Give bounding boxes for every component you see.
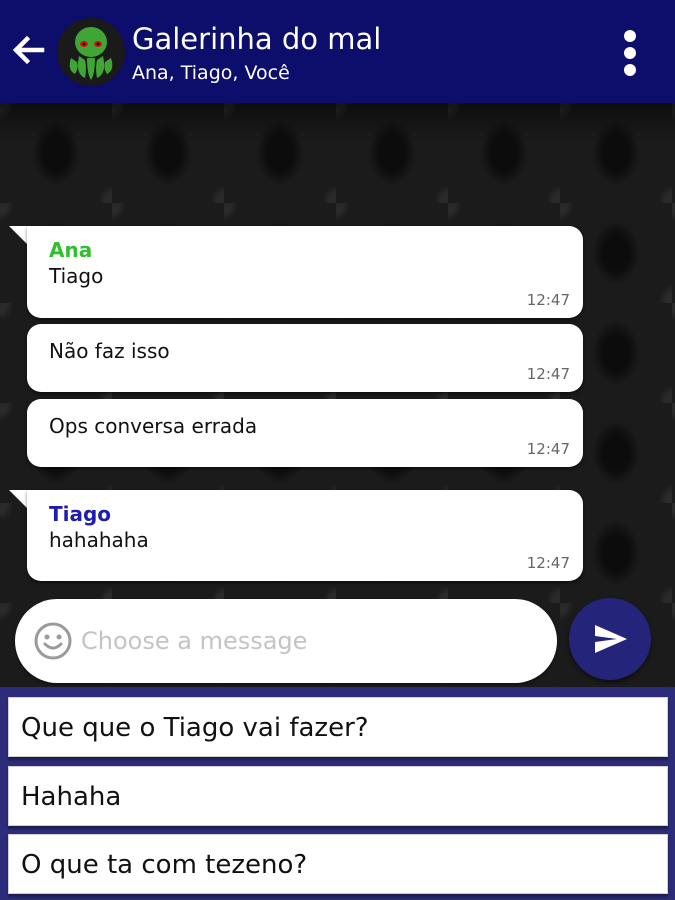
overflow-menu-button[interactable]	[612, 28, 648, 78]
message-text: Não faz isso	[49, 339, 170, 363]
octopus-avatar-icon	[57, 18, 125, 86]
message-sender: Tiago	[49, 502, 112, 526]
smiley-icon	[34, 622, 72, 660]
group-avatar[interactable]	[57, 18, 125, 86]
message-composer	[15, 599, 557, 683]
suggestion-item[interactable]: Hahaha	[8, 766, 668, 826]
emoji-button[interactable]	[33, 621, 73, 661]
chat-header: Galerinha do mal Ana, Tiago, Você	[0, 0, 675, 103]
suggestions-panel: Que que o Tiago vai fazer? Hahaha O que …	[0, 687, 675, 900]
send-button[interactable]	[569, 598, 651, 680]
message-text: Ops conversa errada	[49, 414, 258, 438]
message-time: 12:47	[526, 440, 570, 458]
suggestion-item[interactable]: Que que o Tiago vai fazer?	[8, 697, 668, 757]
message-bubble[interactable]: Tiago hahahaha 12:47	[27, 490, 583, 581]
message-time: 12:47	[526, 291, 570, 309]
suggestion-text: O que ta com tezeno?	[21, 850, 308, 880]
message-bubble[interactable]: Não faz isso 12:47	[27, 324, 583, 392]
message-text: hahahaha	[49, 528, 149, 552]
suggestion-item[interactable]: O que ta com tezeno?	[8, 834, 668, 894]
message-text: Tiago	[49, 264, 104, 288]
message-time: 12:47	[526, 365, 570, 383]
chat-participants: Ana, Tiago, Você	[132, 62, 290, 84]
send-icon	[595, 625, 627, 653]
arrow-left-icon	[12, 35, 45, 65]
message-time: 12:47	[526, 554, 570, 572]
message-sender: Ana	[49, 238, 93, 262]
back-button[interactable]	[8, 30, 48, 70]
chat-title[interactable]: Galerinha do mal	[132, 20, 381, 58]
message-input[interactable]	[81, 621, 521, 661]
more-vertical-icon	[624, 30, 636, 76]
message-bubble[interactable]: Ops conversa errada 12:47	[27, 399, 583, 467]
suggestion-text: Hahaha	[21, 782, 122, 812]
suggestion-text: Que que o Tiago vai fazer?	[21, 713, 369, 743]
chat-top-shade	[0, 103, 675, 143]
message-bubble[interactable]: Ana Tiago 12:47	[27, 226, 583, 318]
